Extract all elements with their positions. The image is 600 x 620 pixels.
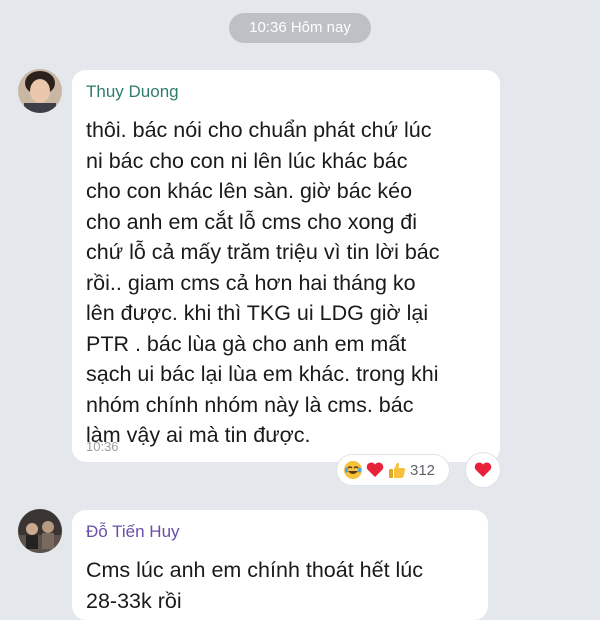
react-button[interactable]	[466, 453, 500, 487]
message-text: Cms lúc anh em chính thoát hết lúc 28-33…	[86, 558, 424, 613]
heart-icon	[473, 460, 493, 480]
message-bubble[interactable]: Đỗ Tiến Huy Cms lúc anh em chính thoát h…	[72, 510, 488, 620]
reaction-summary[interactable]: 312	[337, 455, 449, 485]
laughing-crying-icon	[343, 460, 363, 480]
date-separator: 10:36 Hôm nay	[229, 13, 371, 43]
heart-icon	[365, 460, 385, 480]
sender-name[interactable]: Đỗ Tiến Huy	[86, 522, 180, 542]
reaction-count: 312	[410, 461, 436, 479]
message-text: thôi. bác nói cho chuẩn phát chứ lúc ni …	[86, 118, 440, 447]
message-bubble[interactable]: Thuy Duong thôi. bác nói cho chuẩn phát …	[72, 70, 500, 462]
thumbs-up-icon	[387, 460, 407, 480]
sender-name[interactable]: Thuy Duong	[86, 82, 179, 102]
avatar-thuy-duong[interactable]	[18, 69, 62, 113]
message-time: 10:36	[86, 439, 119, 454]
avatar-do-tien-huy[interactable]	[18, 509, 62, 553]
